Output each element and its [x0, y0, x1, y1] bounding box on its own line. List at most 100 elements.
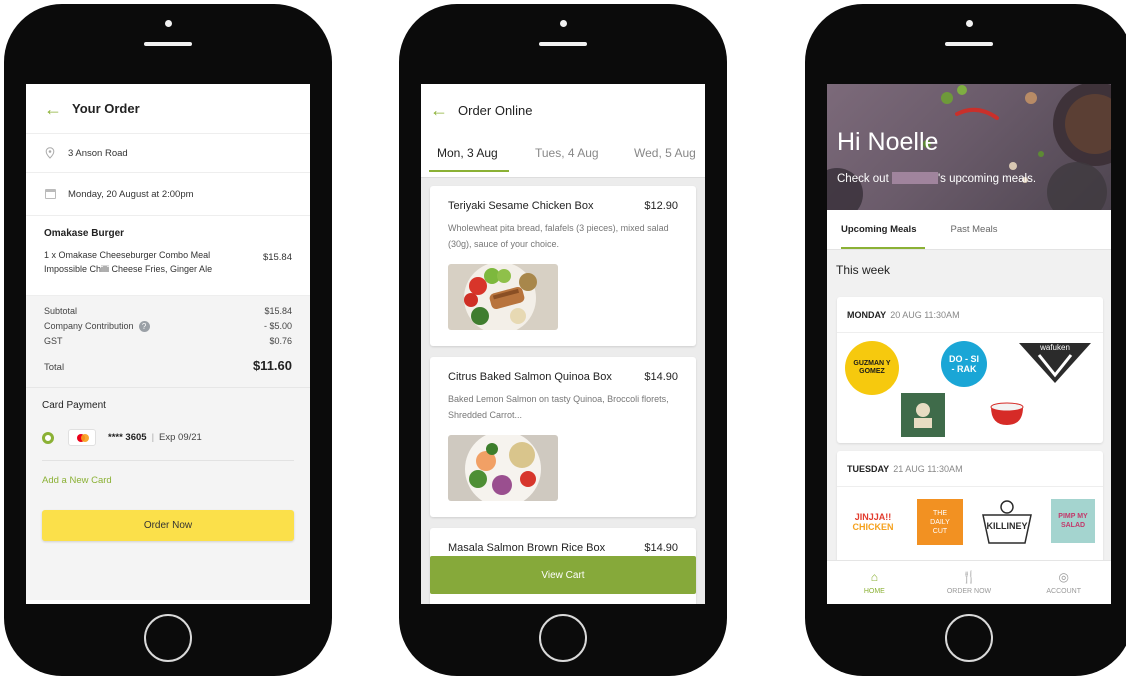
section-title: This week: [836, 263, 891, 277]
card-radio-button[interactable]: [42, 431, 54, 444]
subtotal-value: $15.84: [264, 306, 292, 316]
phone-frame: ← Your Order 3 Anson Road Monday, 20 Aug…: [4, 4, 332, 676]
restaurant-logo-green[interactable]: [901, 393, 945, 437]
home-button[interactable]: [945, 614, 993, 662]
meal-tabs: Upcoming Meals Past Meals: [827, 210, 1111, 250]
order-item: 1 x Omakase Cheeseburger Combo Meal Impo…: [44, 248, 292, 276]
total-label: Total: [44, 362, 65, 373]
nav-order-now[interactable]: 🍴 ORDER NOW: [922, 561, 1017, 604]
day-name: MONDAY: [847, 309, 887, 320]
day-detail: 21 AUG 11:30AM: [893, 463, 963, 474]
restaurant-logo-bowl[interactable]: [987, 395, 1027, 431]
day-detail: 20 AUG 11:30AM: [890, 309, 960, 320]
help-icon[interactable]: ?: [138, 321, 150, 332]
back-arrow-icon[interactable]: ←: [44, 100, 62, 118]
meal-name: Teriyaki Sesame Chicken Box: [448, 200, 594, 212]
meal-photo: [448, 264, 558, 330]
contribution-row: Company Contribution? - $5.00: [44, 319, 292, 334]
speaker-grille: [945, 42, 993, 46]
day-header: MONDAY 20 AUG 11:30AM: [837, 297, 1103, 333]
day-name: TUESDAY: [847, 463, 890, 474]
contribution-value: - $5.00: [263, 321, 292, 331]
view-cart-button[interactable]: View Cart: [430, 556, 696, 594]
restaurant-logo-killiney[interactable]: KILLINEY: [977, 499, 1037, 545]
add-card-link[interactable]: Add a New Card: [42, 475, 294, 486]
delivery-time-row[interactable]: Monday, 20 August at 2:00pm: [26, 173, 310, 216]
nav-account[interactable]: ◎ ACCOUNT: [1016, 561, 1111, 604]
meal-photo: [448, 435, 558, 501]
item-options: Impossible Chilli Cheese Fries, Ginger A…: [44, 264, 213, 274]
item-name: 1 x Omakase Cheeseburger Combo Meal: [44, 250, 211, 260]
day-header: TUESDAY 21 AUG 11:30AM: [837, 451, 1103, 487]
calendar-icon: [44, 188, 56, 200]
tab-tues[interactable]: Tues, 4 Aug: [535, 146, 599, 160]
active-tab-indicator: [841, 247, 925, 249]
delivery-address: 3 Anson Road: [68, 147, 128, 159]
restaurant-name: Omakase Burger: [44, 228, 125, 239]
speaker-grille: [539, 42, 587, 46]
page-title: Order Online: [458, 102, 533, 118]
nav-account-label: ACCOUNT: [1046, 588, 1081, 595]
payment-section: Card Payment **** 3605 | Exp 09/21 Add a…: [26, 388, 310, 600]
speaker-grille: [144, 42, 192, 46]
meal-name: Masala Salmon Brown Rice Box: [448, 542, 606, 554]
phone-frame: Hi Noelle Check out 's upcoming meals. U…: [805, 4, 1126, 676]
restaurant-logo-jinjja[interactable]: JINJJA!! CHICKEN: [843, 507, 903, 537]
order-now-button[interactable]: Order Now: [42, 510, 294, 541]
account-icon: ◎: [1058, 570, 1069, 584]
nav-home-label: HOME: [863, 588, 885, 595]
gst-label: GST: [44, 336, 63, 346]
greeting-subtitle: Check out 's upcoming meals.: [837, 172, 1037, 185]
restaurant-logo-wafuken[interactable]: wafuken: [1017, 341, 1093, 385]
meal-price: $14.90: [644, 371, 678, 383]
meal-card[interactable]: Teriyaki Sesame Chicken Box $12.90 Whole…: [430, 186, 696, 346]
price-summary: Subtotal $15.84 Company Contribution? - …: [26, 296, 310, 388]
back-arrow-icon[interactable]: ←: [430, 101, 448, 119]
tab-upcoming-meals[interactable]: Upcoming Meals: [841, 224, 917, 235]
camera-dot: [559, 20, 567, 27]
tab-mon[interactable]: Mon, 3 Aug: [437, 146, 498, 160]
phone-frame: ← Order Online Mon, 3 Aug Tues, 4 Aug We…: [399, 4, 727, 676]
gst-row: GST $0.76: [44, 334, 292, 349]
meal-price: $14.90: [644, 542, 678, 554]
restaurant-logo-pimp-my-salad[interactable]: PIMP MY SALAD: [1051, 499, 1095, 543]
total-row: Total $11.60: [44, 358, 292, 373]
hero-banner: Hi Noelle Check out 's upcoming meals.: [827, 84, 1111, 210]
restaurant-logo-dosirak[interactable]: DO - SI - RAK: [941, 341, 987, 387]
gst-value: $0.76: [269, 336, 292, 346]
nav-order-label: ORDER NOW: [946, 588, 992, 595]
order-items-section: Omakase Burger 1 x Omakase Cheeseburger …: [26, 216, 310, 296]
home-button[interactable]: [144, 614, 192, 662]
restaurant-logo-daily-cut[interactable]: THE DAILY CUT: [917, 499, 963, 545]
payment-title: Card Payment: [42, 400, 106, 411]
meal-description: Baked Lemon Salmon on tasty Quinoa, Broc…: [448, 394, 669, 420]
order-online-header: ← Order Online Mon, 3 Aug Tues, 4 Aug We…: [421, 84, 705, 178]
tab-wed[interactable]: Wed, 5 Aug: [634, 146, 696, 160]
home-icon: ⌂: [870, 570, 878, 584]
active-tab-indicator: [429, 170, 509, 172]
mastercard-icon: [68, 429, 96, 446]
subtotal-row: Subtotal $15.84: [44, 304, 292, 319]
item-price: $15.84: [262, 252, 292, 263]
nav-home[interactable]: ⌂ HOME: [827, 561, 922, 604]
meal-name: Citrus Baked Salmon Quinoa Box: [448, 371, 612, 383]
contribution-label: Company Contribution: [44, 321, 134, 331]
tab-past-meals[interactable]: Past Meals: [951, 224, 998, 235]
greeting: Hi Noelle: [837, 128, 939, 156]
restaurant-logo-guzman[interactable]: GUZMAN Y GOMEZ: [845, 341, 899, 395]
home-button[interactable]: [539, 614, 587, 662]
camera-dot: [164, 20, 172, 27]
meal-card[interactable]: Citrus Baked Salmon Quinoa Box $14.90 Ba…: [430, 357, 696, 517]
saved-card-option[interactable]: **** 3605 | Exp 09/21: [42, 429, 294, 461]
card-number: **** 3605: [108, 432, 147, 443]
meal-price: $12.90: [644, 200, 678, 212]
delivery-time: Monday, 20 August at 2:00pm: [68, 188, 194, 200]
order-screen: ← Your Order 3 Anson Road Monday, 20 Aug…: [26, 84, 310, 604]
subtotal-label: Subtotal: [44, 306, 78, 316]
card-separator: |: [151, 432, 155, 443]
order-header: ← Your Order: [26, 84, 310, 134]
camera-dot: [965, 20, 973, 27]
home-screen: Hi Noelle Check out 's upcoming meals. U…: [827, 84, 1111, 604]
page-title: Your Order: [72, 101, 140, 116]
delivery-address-row[interactable]: 3 Anson Road: [26, 134, 310, 173]
